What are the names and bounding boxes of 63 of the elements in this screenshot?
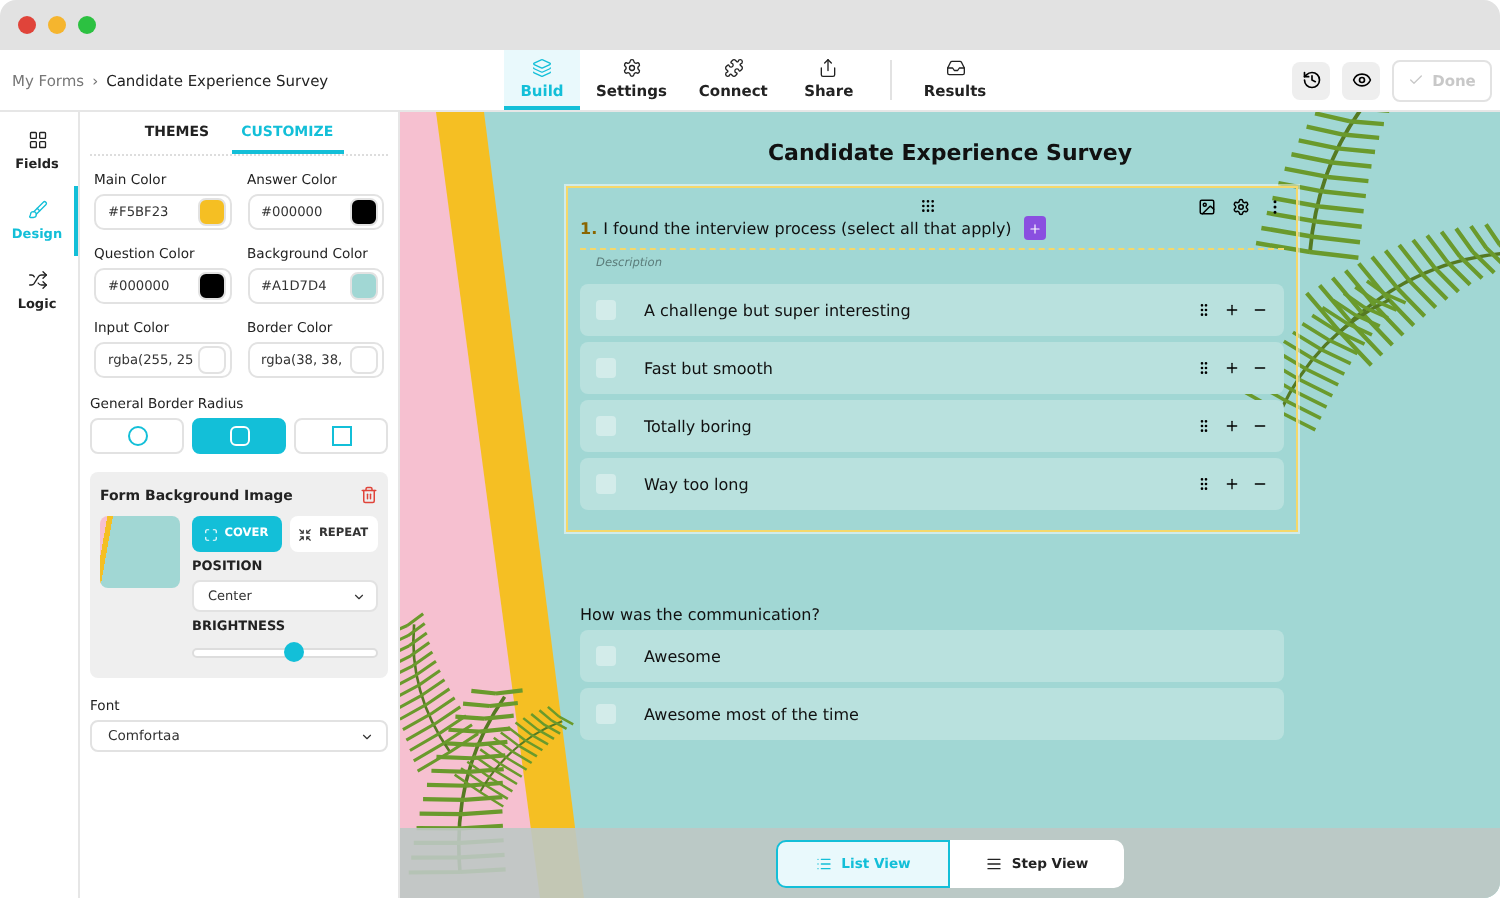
color-swatch[interactable] (197, 272, 225, 300)
puzzle-icon (723, 57, 744, 77)
color-swatch[interactable] (197, 346, 225, 374)
answer-option[interactable]: Awesome most of the time (580, 688, 1284, 740)
share-icon (818, 57, 839, 77)
drag-handle-icon[interactable] (1196, 418, 1212, 434)
grid-icon (27, 130, 47, 150)
question-text: How was the communication? (580, 606, 820, 624)
shuffle-icon (27, 270, 47, 290)
color-swatch[interactable] (350, 272, 378, 300)
color-swatch[interactable] (197, 198, 225, 226)
slider-thumb[interactable] (284, 642, 305, 662)
eye-icon (1351, 70, 1371, 90)
color-swatch[interactable] (350, 346, 378, 374)
chevron-down-icon (352, 589, 366, 603)
radius-shape-icon (127, 426, 147, 446)
maximize-window-dot[interactable] (78, 16, 96, 34)
question-number: 1. (580, 219, 598, 237)
color-swatch[interactable] (350, 198, 378, 226)
inbox-icon (945, 57, 965, 77)
question-text: I found the interview process (select all that apply) (603, 219, 1012, 237)
drag-handle-icon[interactable] (1196, 476, 1212, 492)
close-window-dot[interactable] (18, 16, 36, 34)
checkbox[interactable] (596, 416, 616, 436)
lines-icon (985, 855, 1002, 871)
form-title: Candidate Experience Survey (767, 140, 1133, 166)
checkbox[interactable] (596, 358, 616, 378)
minimize-window-dot[interactable] (48, 16, 66, 34)
answer-option[interactable]: A challenge but super interesting (580, 284, 1284, 336)
drag-handle-icon[interactable] (1196, 360, 1212, 376)
image-icon[interactable] (1198, 197, 1216, 215)
plus-icon[interactable] (1224, 418, 1240, 434)
list-icon (815, 855, 832, 871)
history-button[interactable] (1292, 61, 1330, 99)
plus-icon[interactable] (1224, 302, 1240, 318)
history-icon (1301, 70, 1321, 90)
layers-icon (532, 57, 552, 77)
question-card[interactable]: How was the communication? Awesome Awesome most of the time (566, 560, 1298, 754)
trash-icon[interactable] (360, 486, 378, 504)
checkbox[interactable] (596, 646, 616, 666)
check-icon (1408, 72, 1425, 88)
plus-icon[interactable] (1224, 476, 1240, 492)
image-thumbnail (100, 516, 180, 588)
plus-icon[interactable] (1224, 360, 1240, 376)
sparkle-badge-icon[interactable] (1023, 216, 1046, 240)
preview-button[interactable] (1342, 61, 1380, 99)
gear-icon[interactable] (1232, 197, 1250, 215)
drag-handle-icon[interactable] (1196, 302, 1212, 318)
checkbox[interactable] (596, 704, 616, 724)
answer-option[interactable]: Totally boring (580, 400, 1284, 452)
chevron-down-icon (360, 729, 374, 743)
shrink-icon (298, 527, 313, 541)
brush-icon (27, 200, 47, 220)
expand-icon (204, 527, 219, 541)
radius-shape-icon (229, 426, 249, 446)
gear-icon (621, 57, 642, 77)
answer-option[interactable]: Way too long (580, 458, 1284, 510)
answer-option[interactable]: Fast but smooth (580, 342, 1284, 394)
answer-option[interactable]: Awesome (580, 630, 1284, 682)
radius-shape-icon (331, 426, 351, 446)
checkbox[interactable] (596, 300, 616, 320)
drag-handle-icon[interactable] (920, 198, 936, 214)
checkbox[interactable] (596, 474, 616, 494)
